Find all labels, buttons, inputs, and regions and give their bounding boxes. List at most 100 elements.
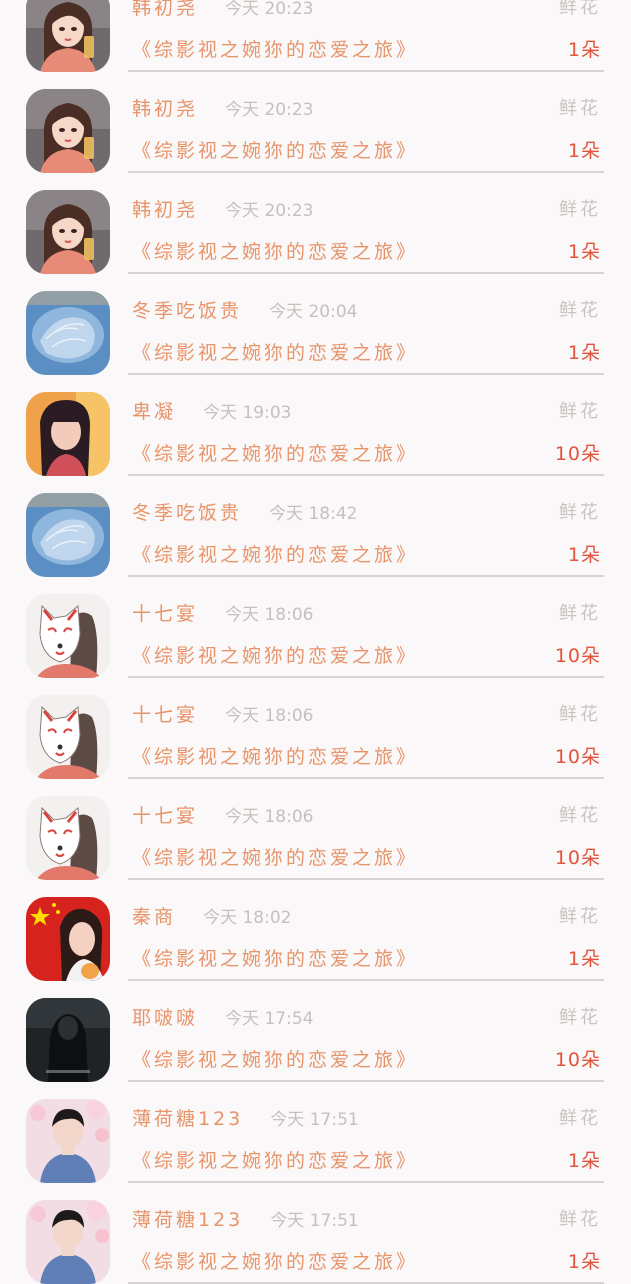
fox-mask-avatar[interactable]: [26, 796, 110, 880]
sender-name[interactable]: 韩初尧 今天 20:23: [132, 195, 313, 222]
work-title[interactable]: 《综影视之婉狝的恋爱之旅》: [132, 742, 418, 769]
sender-name-text: 秦商: [132, 906, 177, 928]
fox-mask-avatar[interactable]: [26, 594, 110, 678]
sender-name[interactable]: 十七宴 今天 18:06: [132, 801, 313, 828]
work-title[interactable]: 《综影视之婉狝的恋爱之旅》: [132, 843, 418, 870]
flower-count: 10朵: [554, 645, 601, 667]
sender-name-text: 薄荷糖123: [132, 1209, 244, 1231]
work-title[interactable]: 《综影视之婉狝的恋爱之旅》: [132, 641, 418, 668]
gift-time: 今天 17:54: [225, 1009, 314, 1029]
gift-time: 今天 20:04: [269, 302, 358, 322]
flower-gift-list: 韩初尧 今天 20:23 鲜花 《综影视之婉狝的恋爱之旅》 1朵 韩初尧 今天 …: [0, 0, 631, 1284]
sender-name[interactable]: 耶啵啵 今天 17:54: [132, 1003, 313, 1030]
gift-time: 今天 18:06: [225, 605, 314, 625]
gift-time: 今天 18:42: [269, 504, 358, 524]
gift-record-row[interactable]: 韩初尧 今天 20:23 鲜花 《综影视之婉狝的恋爱之旅》 1朵: [0, 173, 631, 274]
sender-name[interactable]: 冬季吃饭贵 今天 18:42: [132, 498, 357, 525]
gift-type-label: 鲜花: [559, 0, 601, 18]
sender-name[interactable]: 韩初尧 今天 20:23: [132, 94, 313, 121]
sender-name-text: 冬季吃饭贵: [132, 502, 243, 524]
gift-record-row[interactable]: 韩初尧 今天 20:23 鲜花 《综影视之婉狝的恋爱之旅》 1朵: [0, 72, 631, 173]
sender-name[interactable]: 十七宴 今天 18:06: [132, 700, 313, 727]
blue-water-avatar[interactable]: [26, 291, 110, 375]
sender-name-text: 韩初尧: [132, 98, 199, 120]
flower-count: 1朵: [567, 948, 601, 970]
girl-portrait-avatar[interactable]: [26, 392, 110, 476]
gift-type-label: 鲜花: [559, 199, 601, 220]
gift-time: 今天 18:06: [225, 706, 314, 726]
gift-record-row[interactable]: 卑凝 今天 19:03 鲜花 《综影视之婉狝的恋爱之旅》 10朵: [0, 375, 631, 476]
sender-name[interactable]: 冬季吃饭贵 今天 20:04: [132, 296, 357, 323]
gift-record-row[interactable]: 耶啵啵 今天 17:54 鲜花 《综影视之婉狝的恋爱之旅》 10朵: [0, 981, 631, 1082]
girl-drink-avatar[interactable]: [26, 89, 110, 173]
sender-name-text: 十七宴: [132, 704, 199, 726]
work-title[interactable]: 《综影视之婉狝的恋爱之旅》: [132, 338, 418, 365]
work-title[interactable]: 《综影视之婉狝的恋爱之旅》: [132, 35, 418, 62]
gift-time: 今天 18:02: [203, 908, 292, 928]
gift-type-label: 鲜花: [559, 805, 601, 826]
work-title[interactable]: 《综影视之婉狝的恋爱之旅》: [132, 944, 418, 971]
gift-time: 今天 18:06: [225, 807, 314, 827]
flower-count: 1朵: [567, 39, 601, 61]
work-title[interactable]: 《综影视之婉狝的恋爱之旅》: [132, 1045, 418, 1072]
sender-name[interactable]: 薄荷糖123 今天 17:51: [132, 1104, 359, 1131]
flower-count: 1朵: [567, 140, 601, 162]
gift-time: 今天 20:23: [225, 100, 314, 120]
sender-name-text: 耶啵啵: [132, 1007, 199, 1029]
gift-record-row[interactable]: 十七宴 今天 18:06 鲜花 《综影视之婉狝的恋爱之旅》 10朵: [0, 678, 631, 779]
gift-record-row[interactable]: 十七宴 今天 18:06 鲜花 《综影视之婉狝的恋爱之旅》 10朵: [0, 577, 631, 678]
flower-count: 1朵: [567, 1150, 601, 1172]
flower-count: 1朵: [567, 241, 601, 263]
girl-drink-avatar[interactable]: [26, 0, 110, 72]
sender-name[interactable]: 十七宴 今天 18:06: [132, 599, 313, 626]
blue-water-avatar[interactable]: [26, 493, 110, 577]
work-title[interactable]: 《综影视之婉狝的恋爱之旅》: [132, 1247, 418, 1274]
gift-type-label: 鲜花: [559, 401, 601, 422]
gift-type-label: 鲜花: [559, 603, 601, 624]
girl-drink-avatar[interactable]: [26, 190, 110, 274]
gift-time: 今天 20:23: [225, 0, 314, 19]
gift-type-label: 鲜花: [559, 502, 601, 523]
gift-type-label: 鲜花: [559, 98, 601, 119]
sender-name-text: 薄荷糖123: [132, 1108, 244, 1130]
gift-time: 今天 17:51: [270, 1110, 359, 1130]
gift-type-label: 鲜花: [559, 704, 601, 725]
work-title[interactable]: 《综影视之婉狝的恋爱之旅》: [132, 237, 418, 264]
gift-record-row[interactable]: 秦商 今天 18:02 鲜花 《综影视之婉狝的恋爱之旅》 1朵: [0, 880, 631, 981]
boy-blossom-avatar[interactable]: [26, 1099, 110, 1183]
gift-type-label: 鲜花: [559, 906, 601, 927]
flower-count: 10朵: [554, 1049, 601, 1071]
work-title[interactable]: 《综影视之婉狝的恋爱之旅》: [132, 1146, 418, 1173]
gift-record-row[interactable]: 冬季吃饭贵 今天 18:42 鲜花 《综影视之婉狝的恋爱之旅》 1朵: [0, 476, 631, 577]
work-title[interactable]: 《综影视之婉狝的恋爱之旅》: [132, 439, 418, 466]
boy-blossom-avatar[interactable]: [26, 1200, 110, 1284]
gift-record-row[interactable]: 十七宴 今天 18:06 鲜花 《综影视之婉狝的恋爱之旅》 10朵: [0, 779, 631, 880]
gift-type-label: 鲜花: [559, 1007, 601, 1028]
sender-name[interactable]: 薄荷糖123 今天 17:51: [132, 1205, 359, 1232]
sender-name[interactable]: 秦商 今天 18:02: [132, 902, 291, 929]
dark-figure-avatar[interactable]: [26, 998, 110, 1082]
gift-record-row[interactable]: 冬季吃饭贵 今天 20:04 鲜花 《综影视之婉狝的恋爱之旅》 1朵: [0, 274, 631, 375]
gift-time: 今天 17:51: [270, 1211, 359, 1231]
sender-name[interactable]: 卑凝 今天 19:03: [132, 397, 291, 424]
sender-name-text: 卑凝: [132, 401, 177, 423]
gift-time: 今天 19:03: [203, 403, 292, 423]
sender-name-text: 十七宴: [132, 805, 199, 827]
flower-count: 1朵: [567, 1251, 601, 1273]
flower-count: 1朵: [567, 544, 601, 566]
gift-record-row[interactable]: 薄荷糖123 今天 17:51 鲜花 《综影视之婉狝的恋爱之旅》 1朵: [0, 1183, 631, 1284]
flag-girl-avatar[interactable]: [26, 897, 110, 981]
gift-record-row[interactable]: 薄荷糖123 今天 17:51 鲜花 《综影视之婉狝的恋爱之旅》 1朵: [0, 1082, 631, 1183]
flower-count: 1朵: [567, 342, 601, 364]
gift-record-row[interactable]: 韩初尧 今天 20:23 鲜花 《综影视之婉狝的恋爱之旅》 1朵: [0, 0, 631, 72]
work-title[interactable]: 《综影视之婉狝的恋爱之旅》: [132, 136, 418, 163]
sender-name-text: 冬季吃饭贵: [132, 300, 243, 322]
flower-count: 10朵: [554, 847, 601, 869]
fox-mask-avatar[interactable]: [26, 695, 110, 779]
work-title[interactable]: 《综影视之婉狝的恋爱之旅》: [132, 540, 418, 567]
gift-type-label: 鲜花: [559, 1209, 601, 1230]
sender-name-text: 十七宴: [132, 603, 199, 625]
gift-type-label: 鲜花: [559, 300, 601, 321]
gift-time: 今天 20:23: [225, 201, 314, 221]
sender-name[interactable]: 韩初尧 今天 20:23: [132, 0, 313, 20]
